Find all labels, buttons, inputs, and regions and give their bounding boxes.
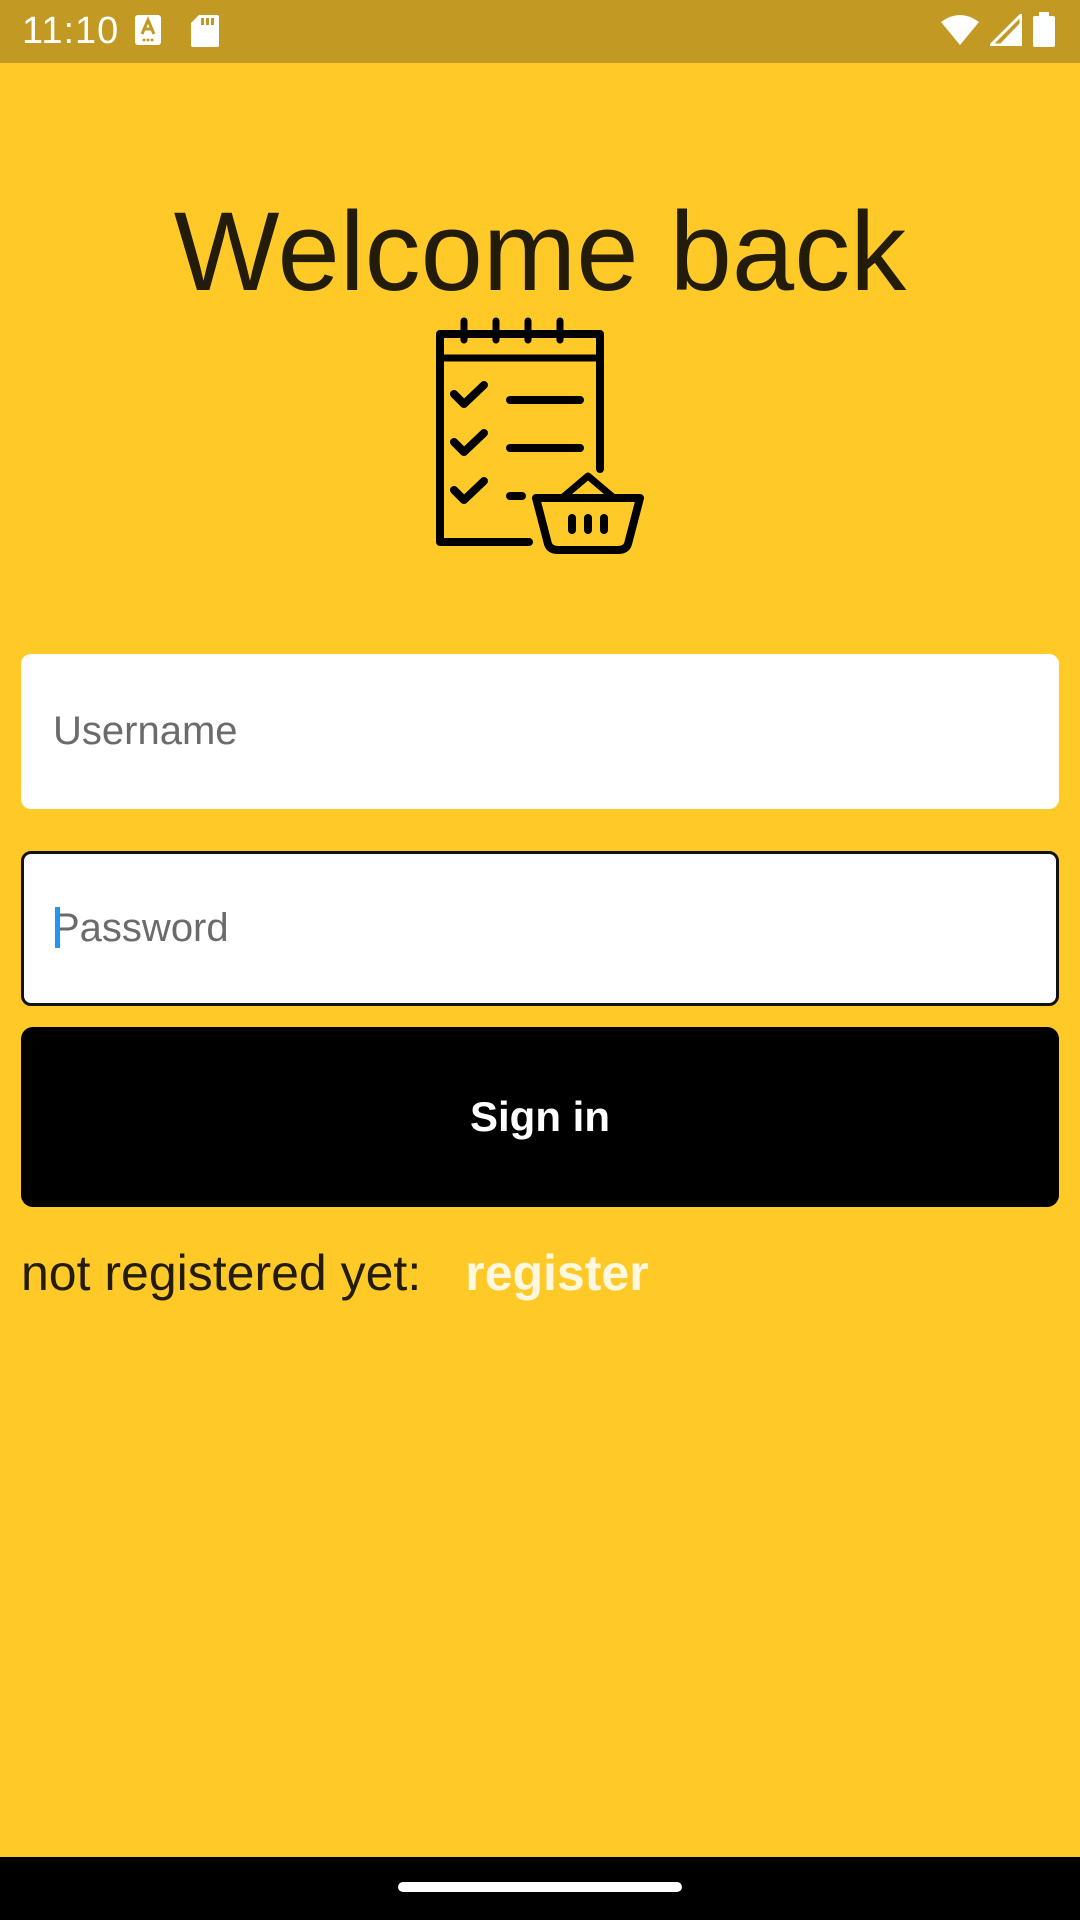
checklist-basket-icon	[432, 316, 646, 556]
wifi-icon	[940, 14, 980, 51]
home-gesture-handle[interactable]	[398, 1882, 682, 1892]
navigation-bar	[0, 1857, 1080, 1920]
a-accessibility-icon	[134, 14, 162, 51]
sd-card-icon	[190, 14, 220, 53]
status-time: 11:10	[22, 10, 120, 52]
sign-in-button[interactable]: Sign in	[21, 1027, 1059, 1207]
register-link[interactable]: register	[465, 1244, 648, 1302]
battery-icon	[1032, 11, 1056, 53]
register-prompt: not registered yet:	[21, 1245, 422, 1301]
status-right-icons	[940, 10, 1056, 53]
password-field[interactable]	[21, 851, 1059, 1006]
password-input[interactable]	[53, 854, 1033, 1003]
username-input[interactable]	[53, 654, 1039, 809]
username-field[interactable]	[21, 654, 1059, 809]
page-title: Welcome back	[173, 189, 907, 315]
register-row: not registered yet: register	[21, 1240, 649, 1306]
cell-signal-icon	[987, 10, 1023, 51]
status-bar: 11:10	[0, 0, 1080, 63]
login-screen: 11:10 Welcome back Username Sign in not …	[0, 0, 1080, 1920]
text-cursor	[55, 907, 60, 948]
